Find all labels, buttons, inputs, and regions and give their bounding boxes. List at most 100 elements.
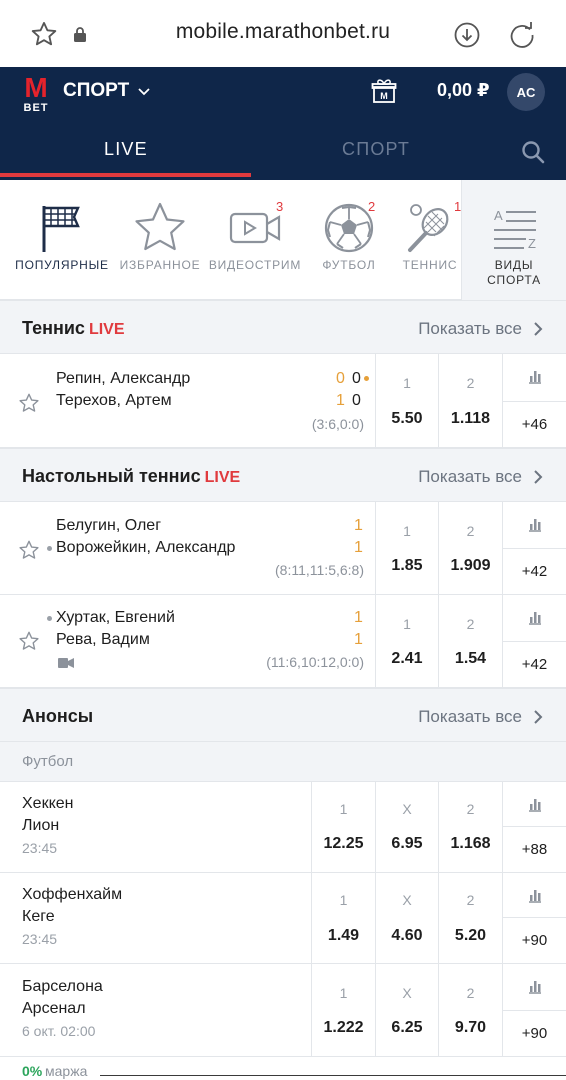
url-field[interactable]: mobile.marathonbet.ru [0,20,566,44]
app-header: M BET СПОРТ M 0,00 ₽ AC LIVE СПОРТ [0,67,566,180]
sport-item-label: ТЕННИС [402,258,458,272]
odd-button[interactable]: 1 1.85 [375,502,438,594]
sport-item-label: ПОПУЛЯРНЫЕ [15,258,109,272]
score: 1 [354,539,363,556]
favorite-star-icon[interactable] [18,630,40,652]
odd-button[interactable]: 1 2.41 [375,595,438,687]
favorite-star-icon[interactable] [18,392,40,414]
start-time: 6 окт. 02:00 [22,1023,96,1039]
team-2: Лион [22,817,60,834]
gift-icon[interactable]: M [371,78,397,104]
more-markets-button[interactable]: +88 [503,826,566,872]
odd-button[interactable]: 1 12.25 [311,782,375,872]
active-tab-indicator [0,173,251,177]
sport-item-football[interactable]: 2 ФУТБОЛ [304,180,394,300]
odd-button[interactable]: 2 1.909 [438,502,502,594]
live-count-badge: 2 [368,199,376,214]
sports-category-bar: ПОПУЛЯРНЫЕ ИЗБРАННОЕ 3 ВИДЕОСТРИМ 2 ФУТБ… [0,180,566,300]
statistics-icon[interactable] [527,368,543,384]
avatar[interactable]: AC [507,73,545,111]
more-markets-button[interactable]: +46 [503,401,566,447]
more-markets-button[interactable]: +42 [503,641,566,687]
statistics-icon[interactable] [527,796,543,812]
search-icon[interactable] [521,140,545,164]
event-row[interactable]: Репин, Александр Терехов, Артем 0 0 1 0 … [0,354,566,448]
marathonbet-logo[interactable]: M BET [21,74,51,115]
odd-button[interactable]: X 6.95 [375,782,438,872]
odd-button[interactable]: 2 1.54 [438,595,502,687]
odd-button[interactable]: 2 9.70 [438,964,502,1056]
odd-button[interactable]: 2 1.168 [438,782,502,872]
reload-icon[interactable] [508,21,536,49]
section-header-tennis: Теннис LIVE Показать все [0,300,566,354]
odd-button[interactable]: 2 5.20 [438,873,502,963]
sport-item-label: ФУТБОЛ [322,258,376,272]
svg-text:M: M [380,91,388,101]
period-score: (8:11,11:5,6:8) [275,562,364,578]
serve-indicator [47,546,52,551]
statistics-icon[interactable] [527,516,543,532]
sport-item-favorites[interactable]: ИЗБРАННОЕ [114,180,206,300]
odd-button[interactable]: 1 1.222 [311,964,375,1056]
serve-indicator [47,616,52,621]
sport-select-label: СПОРТ [63,80,130,101]
odd-button[interactable]: 2 1.118 [438,354,502,447]
statistics-icon[interactable] [527,978,543,994]
event-row[interactable]: Белугин, Олег Ворожейкин, Александр 1 1 … [0,502,566,595]
tennis-icon [408,204,449,252]
show-all-link[interactable]: Показать все [418,319,544,339]
period-score: (11:6,10:12,0:0) [266,654,364,670]
tab-sport[interactable]: СПОРТ [342,139,410,160]
score: 0 [336,370,345,387]
event-row[interactable]: Хоффенхайм Кеге 23:45 1 1.49 X 4.60 2 5.… [0,873,566,964]
section-title: Анонсы [22,706,94,726]
favorite-star-icon[interactable] [18,539,40,561]
stats-column: +46 [502,354,566,447]
odd-button[interactable]: 1 1.49 [311,873,375,963]
svg-text:Z: Z [528,236,536,251]
statistics-icon[interactable] [527,887,543,903]
margin-indicator: 0% маржа [0,1058,566,1080]
video-icon [229,212,281,244]
statistics-icon[interactable] [527,609,543,625]
event-row[interactable]: Хуртак, Евгений Рева, Вадим 1 1 (11:6,10… [0,595,566,688]
margin-percent: 0% [22,1063,43,1079]
show-all-link[interactable]: Показать все [418,707,544,727]
event-row[interactable]: Барселона Арсенал 6 окт. 02:00 1 1.222 X… [0,964,566,1057]
more-markets-button[interactable]: +90 [503,1010,566,1056]
score: 1 [354,609,363,626]
start-time: 23:45 [22,931,58,947]
team-1: Белугин, Олег [56,517,162,534]
stats-column: +90 [502,873,566,963]
section-title: Настольный теннис LIVE [22,466,241,486]
serve-indicator [364,376,369,381]
odd-button[interactable]: X 4.60 [375,873,438,963]
odd-button[interactable]: X 6.25 [375,964,438,1056]
section-header-table-tennis: Настольный теннис LIVE Показать все [0,448,566,502]
balance[interactable]: 0,00 ₽ [437,80,490,101]
sub-header-football: Футбол [0,742,566,782]
team-2: Арсенал [22,1000,86,1017]
team-1: Барселона [22,978,103,995]
sport-item-popular[interactable]: ПОПУЛЯРНЫЕ [10,180,114,300]
more-markets-button[interactable]: +90 [503,917,566,963]
event-row[interactable]: Хеккен Лион 23:45 1 12.25 X 6.95 2 1.168… [0,782,566,873]
sport-item-all-sports[interactable]: A Z ВИДЫ СПОРТА [461,180,566,300]
odd-button[interactable]: 1 5.50 [375,354,438,447]
tab-live[interactable]: LIVE [104,139,148,160]
start-time: 23:45 [22,840,58,856]
sport-item-videostream[interactable]: 3 ВИДЕОСТРИМ [206,180,304,300]
download-icon[interactable] [453,21,481,49]
show-all-link[interactable]: Показать все [418,467,544,487]
divider [100,1075,566,1076]
section-header-announcements: Анонсы Показать все [0,688,566,742]
video-camera-icon[interactable] [58,657,74,669]
sport-select-dropdown[interactable]: СПОРТ [63,80,151,102]
sport-item-tennis[interactable]: 1 ТЕННИС [394,180,466,300]
chevron-right-icon [534,710,543,724]
live-tag: LIVE [204,469,241,486]
stats-column: +90 [502,964,566,1056]
more-markets-button[interactable]: +42 [503,548,566,594]
score: 0 [352,370,361,387]
score: 0 [352,392,361,409]
